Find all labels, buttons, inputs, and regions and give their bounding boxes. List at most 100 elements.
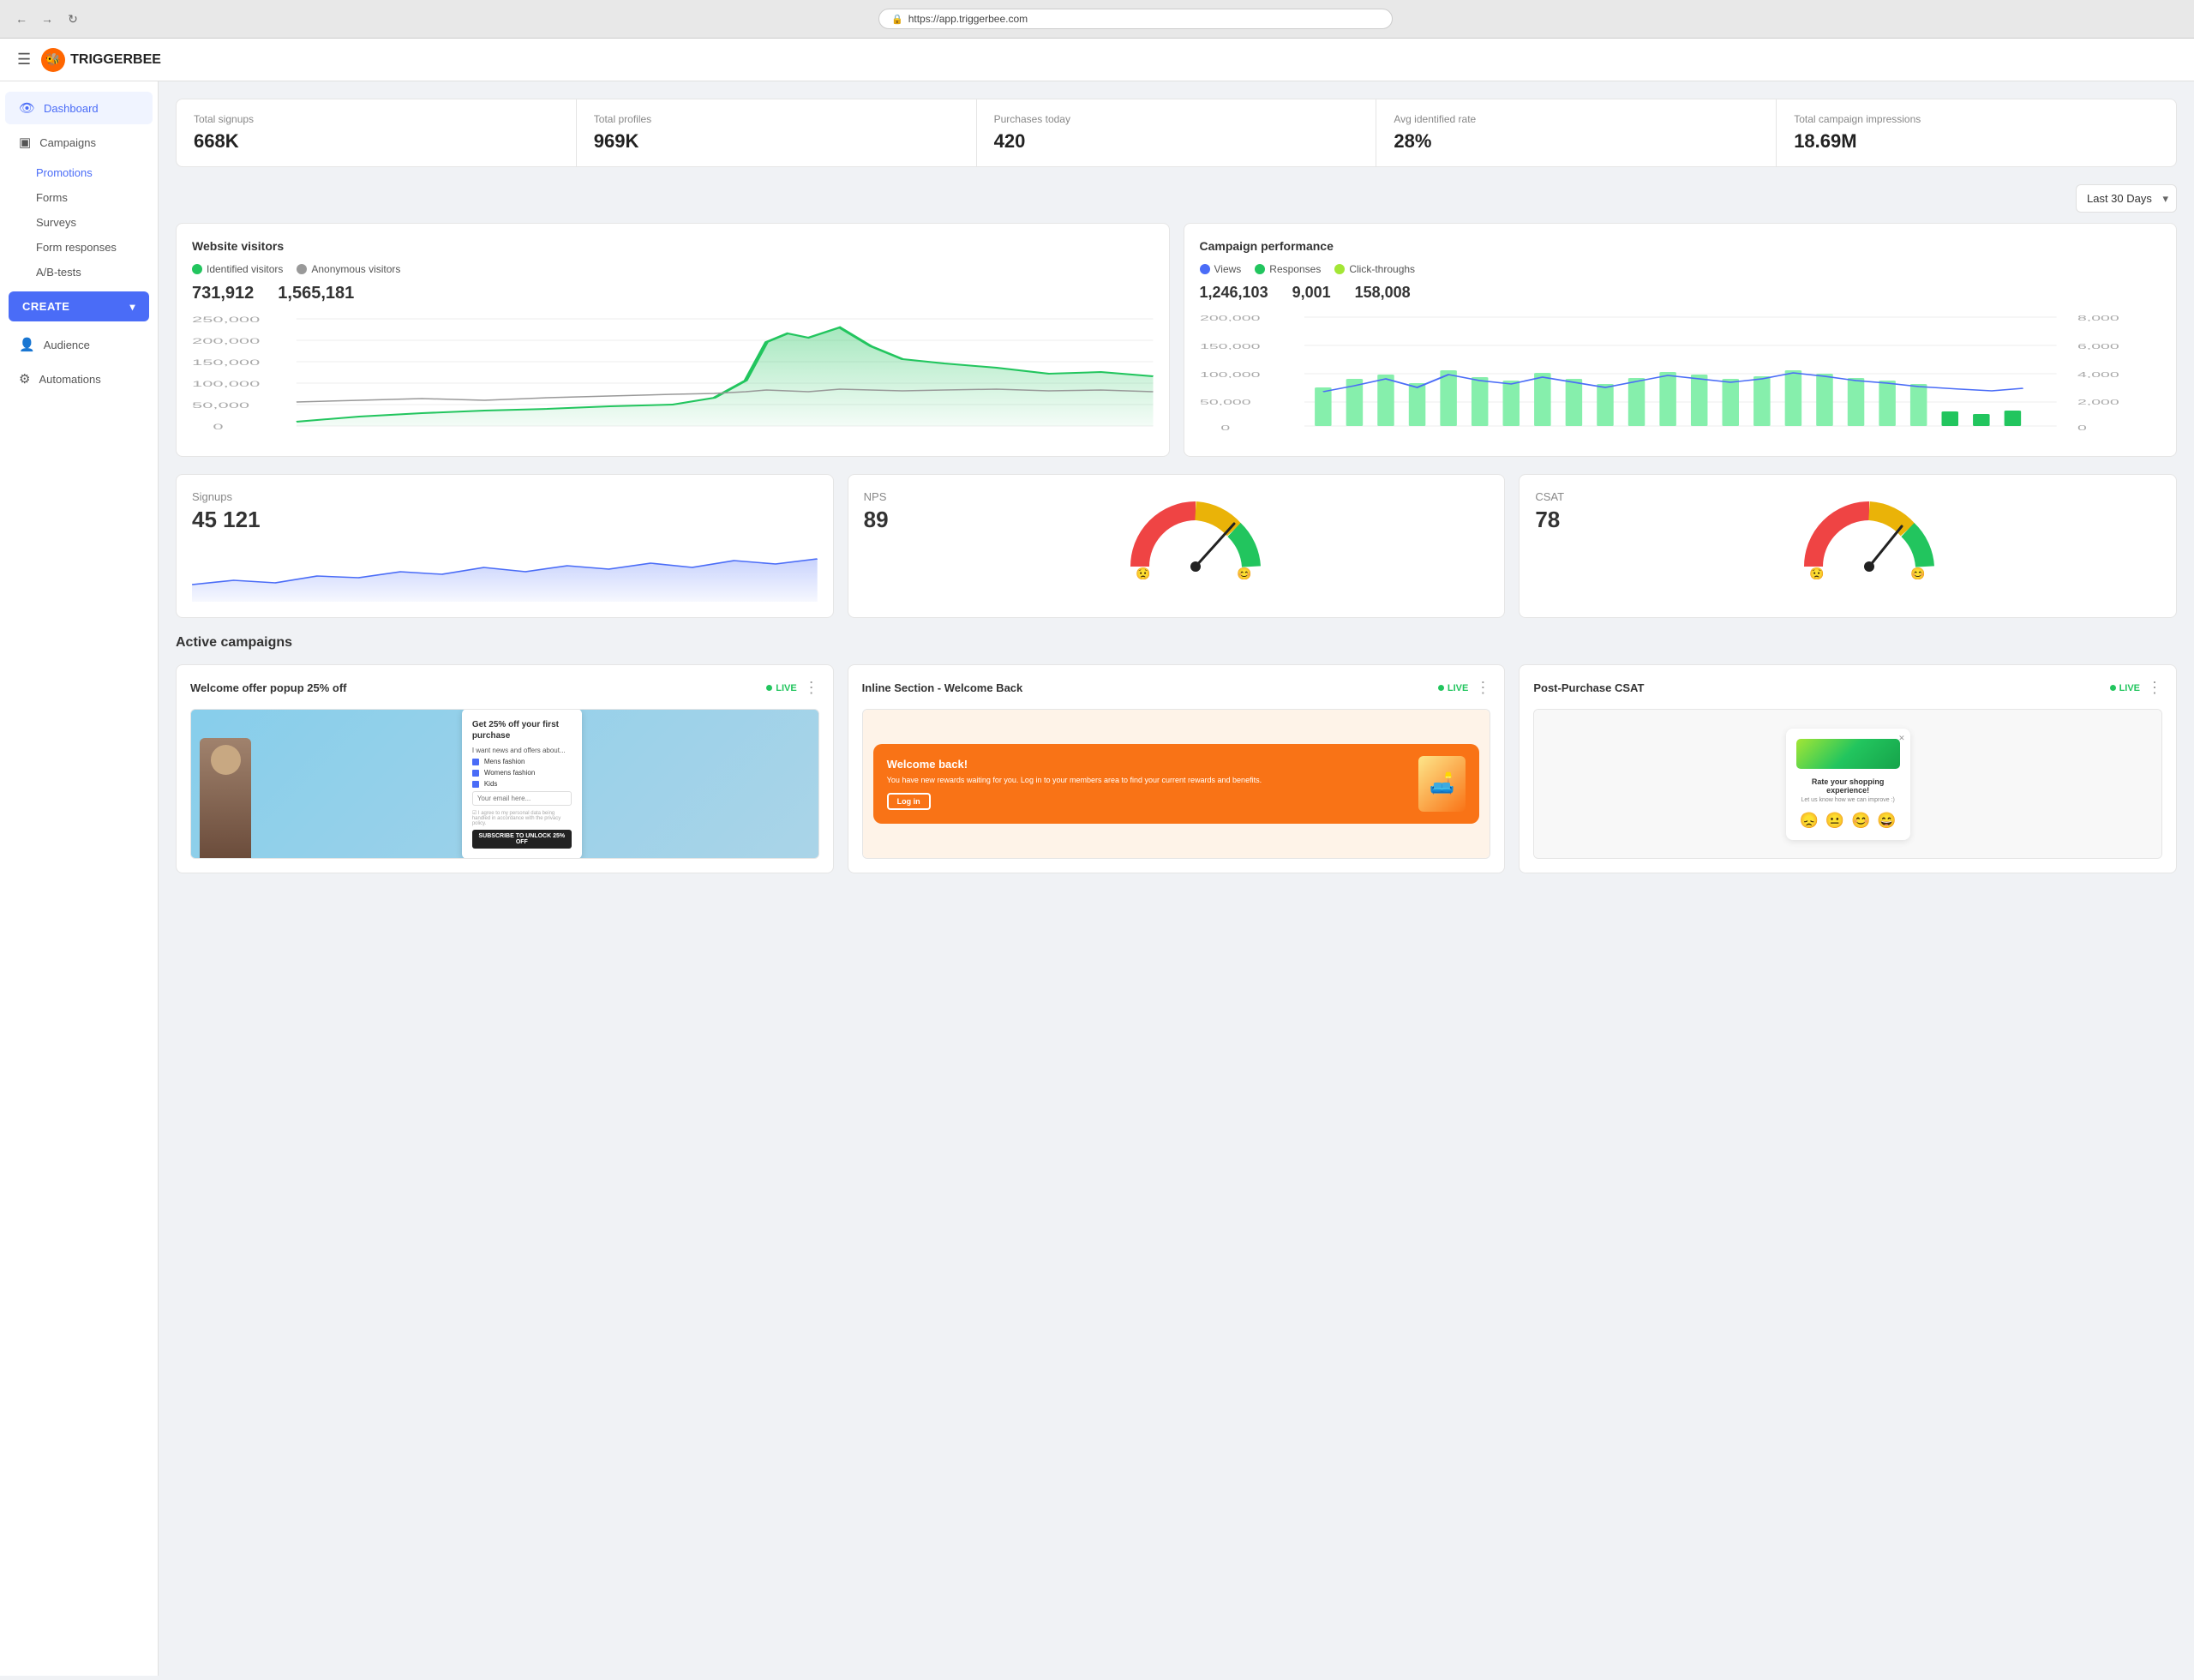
campaigns-grid: Welcome offer popup 25% off LIVE ⋮ [176,664,2177,873]
charts-row: Website visitors Identified visitors Ano… [176,223,2177,457]
create-button[interactable]: CREATE ▾ [9,291,149,321]
popup-subscribe-button[interactable]: SUBSCRIBE TO UNLOCK 25% OFF [472,830,572,849]
live-badge-0: LIVE [766,683,796,693]
csat-header-gradient [1796,739,1900,769]
anonymous-metric: 1,565,181 [278,284,354,303]
campaign-preview-0: Get 25% off your first purchase I want n… [190,709,819,859]
inline-preview-1: Welcome back! You have new rewards waiti… [863,710,1490,858]
identified-dot [192,264,202,274]
csat-gauge: 😟 😊 [1578,494,2161,579]
main-content: Total signups 668K Total profiles 969K P… [159,81,2194,1676]
sidebar-item-forms[interactable]: Forms [0,185,158,210]
stat-impressions-label: Total campaign impressions [1794,113,2159,125]
clickthroughs-metric: 158,008 [1355,284,1411,302]
emoji-sad[interactable]: 😞 [1800,812,1819,830]
date-filter-row: Last 7 Days Last 30 Days Last 90 Days La… [176,184,2177,213]
reload-button[interactable]: ↻ [65,11,81,27]
svg-text:100,000: 100,000 [1200,372,1260,380]
logo-bee-icon: 🐝 [41,48,65,72]
responses-metric: 9,001 [1292,284,1331,302]
campaign-menu-1[interactable]: ⋮ [1475,679,1490,697]
welcome-back-body: You have new rewards waiting for you. Lo… [887,775,1409,787]
url-bar[interactable]: 🔒 https://app.triggerbee.com [878,9,1393,29]
chart-legend-visitors: Identified visitors Anonymous visitors [192,263,1154,275]
chart-legend-campaign: Views Responses Click-throughs [1200,263,2161,275]
active-campaigns-title: Active campaigns [176,635,2177,651]
svg-text:😟: 😟 [1809,567,1824,579]
live-dot-2 [2110,685,2116,691]
forward-button[interactable]: → [39,11,55,27]
inline-welcome-back: Welcome back! You have new rewards waiti… [873,744,1480,824]
campaign-performance-panel: Campaign performance Views Responses [1184,223,2178,457]
clickthroughs-dot [1334,264,1345,274]
date-filter-select[interactable]: Last 7 Days Last 30 Days Last 90 Days La… [2076,184,2177,213]
stat-purchases-value: 420 [994,130,1359,153]
signups-panel: Signups 45 121 [176,474,834,618]
sidebar-item-ab-tests[interactable]: A/B-tests [0,260,158,285]
nps-panel: NPS 89 [848,474,1506,618]
checkbox-kids [472,781,479,788]
back-button[interactable]: ← [14,11,29,27]
nps-value: 89 [864,507,889,533]
sidebar-ab-tests-label: A/B-tests [36,266,81,279]
popup-preview-0: Get 25% off your first purchase I want n… [191,710,818,858]
legend-views: Views [1200,263,1242,275]
visitors-chart-svg: 250,000 200,000 150,000 100,000 50,000 0 [192,312,1154,441]
campaign-menu-0[interactable]: ⋮ [804,679,819,697]
logo-text: TRIGGERBEE [70,52,161,68]
csat-close-icon: ✕ [1898,734,1905,743]
checkbox-mens-label: Mens fashion [484,758,525,765]
stat-profiles-label: Total profiles [594,113,959,125]
sidebar-item-dashboard[interactable]: 👁 Dashboard [5,92,153,124]
csat-widget-preview: ✕ Rate your shopping experience! Let us … [1534,710,2161,858]
emoji-very-happy[interactable]: 😄 [1877,812,1896,830]
sidebar-item-promotions[interactable]: Promotions [0,160,158,185]
identified-value: 731,912 [192,284,254,303]
sidebar-item-automations[interactable]: ⚙ Automations [5,363,153,395]
stat-identified-label: Avg identified rate [1394,113,1759,125]
svg-text:6,000: 6,000 [2077,344,2119,351]
views-metric: 1,246,103 [1200,284,1268,302]
main-layout: 👁 Dashboard ▣ Campaigns Promotions Forms… [0,81,2194,1676]
menu-toggle-button[interactable]: ☰ [17,51,31,69]
chevron-down-icon: ▾ [129,301,135,313]
live-dot-0 [766,685,772,691]
emoji-happy[interactable]: 😊 [1851,812,1870,830]
sidebar-item-campaigns[interactable]: ▣ Campaigns [5,126,153,159]
automations-icon: ⚙ [19,371,30,387]
svg-text:4,000: 4,000 [2077,372,2119,380]
popup-terms-text: ☑ I agree to my personal data being hand… [472,810,572,826]
campaign-name-1: Inline Section - Welcome Back [862,681,1431,694]
svg-text:200,000: 200,000 [192,337,260,345]
sidebar: 👁 Dashboard ▣ Campaigns Promotions Forms… [0,81,159,1676]
sidebar-item-audience[interactable]: 👤 Audience [5,328,153,361]
campaign-name-0: Welcome offer popup 25% off [190,681,759,694]
dashboard-icon: 👁 [19,100,35,116]
welcome-back-login-button[interactable]: Log in [887,793,931,810]
campaign-chart-svg: 200,000 150,000 100,000 50,000 0 8,000 6… [1200,310,2161,439]
views-legend-label: Views [1214,263,1242,275]
campaign-menu-2[interactable]: ⋮ [2147,679,2162,697]
bottom-metrics-row: Signups 45 121 [176,474,2177,618]
stat-purchases-today: Purchases today 420 [977,99,1377,166]
checkbox-womens [472,770,479,777]
campaign-header-0: Welcome offer popup 25% off LIVE ⋮ [190,679,819,697]
sidebar-item-form-responses[interactable]: Form responses [0,235,158,260]
stat-profiles-value: 969K [594,130,959,153]
nps-gauge-svg: 😟 😊 [1127,494,1264,579]
legend-identified: Identified visitors [192,263,283,275]
sidebar-audience-label: Audience [44,339,90,351]
popup-email-input[interactable] [472,791,572,806]
stat-impressions-value: 18.69M [1794,130,2159,153]
emoji-neutral[interactable]: 😐 [1825,812,1844,830]
popup-checkboxes: Mens fashion [472,758,572,765]
svg-text:0: 0 [1220,425,1230,433]
stat-signups-label: Total signups [194,113,559,125]
svg-text:😊: 😊 [1910,567,1925,579]
campaign-metrics: 1,246,103 9,001 158,008 [1200,284,2161,302]
views-dot [1200,264,1210,274]
nps-text: NPS 89 [864,490,889,542]
sidebar-surveys-label: Surveys [36,216,76,229]
campaign-card-2: Post-Purchase CSAT LIVE ⋮ ✕ [1519,664,2177,873]
sidebar-item-surveys[interactable]: Surveys [0,210,158,235]
